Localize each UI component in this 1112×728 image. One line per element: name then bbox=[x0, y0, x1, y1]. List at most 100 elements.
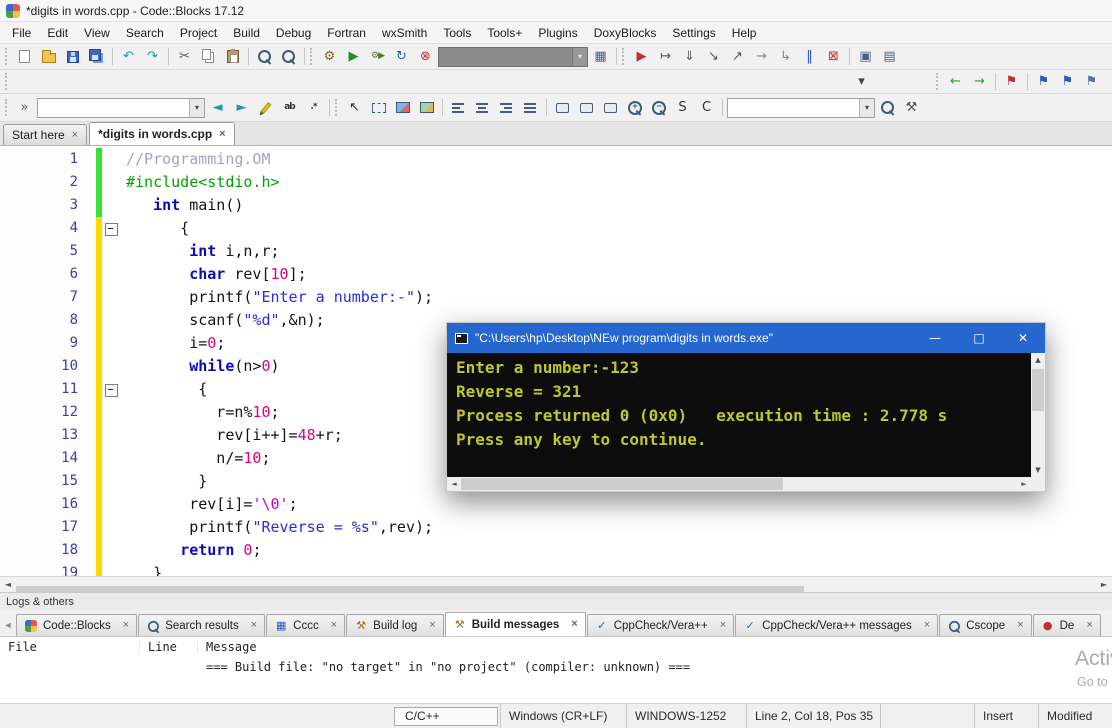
log-tab[interactable]: ⚒ Build messages bbox=[444, 612, 586, 636]
menu-item-doxyblocks[interactable]: DoxyBlocks bbox=[586, 24, 665, 42]
fold-toggle-icon[interactable] bbox=[102, 217, 120, 240]
log-tab[interactable]: Search results bbox=[138, 614, 266, 636]
menu-item-edit[interactable]: Edit bbox=[39, 24, 76, 42]
tab-close-icon[interactable] bbox=[1086, 620, 1092, 631]
symbol-search-combo[interactable] bbox=[727, 97, 875, 118]
align-left-button[interactable] bbox=[447, 97, 470, 119]
scroll-down-icon[interactable] bbox=[1031, 463, 1045, 477]
menu-item-settings[interactable]: Settings bbox=[664, 24, 723, 42]
browse-forward-button[interactable]: → bbox=[968, 71, 991, 93]
fold-toggle-icon[interactable] bbox=[102, 378, 120, 401]
editor-tab[interactable]: *digits in words.cpp bbox=[89, 122, 235, 145]
tab-close-icon[interactable] bbox=[924, 620, 930, 631]
new-file-button[interactable] bbox=[13, 46, 36, 68]
code-text[interactable]: return 0; bbox=[120, 539, 261, 562]
tab-close-icon[interactable] bbox=[251, 620, 257, 631]
next-line-button[interactable]: ⇓ bbox=[678, 46, 701, 68]
hscroll-thumb[interactable] bbox=[461, 478, 784, 490]
abort-build-button[interactable]: ⊗ bbox=[414, 46, 437, 68]
scroll-up-icon[interactable] bbox=[1031, 353, 1045, 367]
console-vscrollbar[interactable] bbox=[1031, 353, 1045, 477]
menu-item-help[interactable]: Help bbox=[724, 24, 765, 42]
code-text[interactable]: printf("Enter a number:-"); bbox=[120, 286, 433, 309]
bookmark-toggle-button[interactable]: ⚑ bbox=[1056, 71, 1079, 93]
code-text[interactable]: n/=10; bbox=[120, 447, 270, 470]
console-maximize-button[interactable]: □ bbox=[957, 323, 1001, 353]
replace-button[interactable] bbox=[277, 46, 300, 68]
browse-marks-clear-button[interactable]: ⚑ bbox=[1000, 71, 1023, 93]
log-tab[interactable]: Code::Blocks bbox=[16, 614, 138, 636]
log-tab[interactable]: ● De bbox=[1032, 614, 1101, 636]
symbol-search-combo-dropdown-icon[interactable] bbox=[859, 98, 874, 117]
tab-close-icon[interactable] bbox=[429, 620, 435, 631]
incremental-search-combo[interactable] bbox=[37, 97, 205, 118]
code-text[interactable]: rev[i]='\0'; bbox=[120, 493, 297, 516]
highlight-occurrences-button[interactable] bbox=[254, 97, 277, 119]
build-button[interactable]: ⚙ bbox=[318, 46, 341, 68]
menu-item-view[interactable]: View bbox=[76, 24, 118, 42]
code-text[interactable]: int i,n,r; bbox=[120, 240, 279, 263]
vscroll-thumb[interactable] bbox=[1032, 369, 1044, 411]
browse-back-button[interactable]: ← bbox=[944, 71, 967, 93]
log-tab[interactable]: Cscope bbox=[939, 614, 1032, 636]
copy-button[interactable] bbox=[197, 46, 220, 68]
log-tab[interactable]: ✓ CppCheck/Vera++ bbox=[586, 614, 735, 636]
code-text[interactable]: scanf("%d",&n); bbox=[120, 309, 324, 332]
break-debugger-button[interactable]: ‖ bbox=[798, 46, 821, 68]
build-options-button[interactable]: ▦ bbox=[589, 46, 612, 68]
selection-tool-button[interactable] bbox=[367, 97, 390, 119]
hscroll-track[interactable] bbox=[461, 477, 1017, 491]
menu-item-tools[interactable]: Tools bbox=[435, 24, 479, 42]
editor-tab[interactable]: Start here bbox=[3, 124, 88, 145]
open-tools-button[interactable]: ⚒ bbox=[900, 97, 923, 119]
panel-box-button[interactable] bbox=[599, 97, 622, 119]
tab-scroll-left-icon[interactable] bbox=[0, 614, 16, 636]
sizer-box-button[interactable] bbox=[575, 97, 598, 119]
menu-item-file[interactable]: File bbox=[4, 24, 39, 42]
log-tab[interactable]: ▦ Cccc bbox=[266, 614, 346, 636]
tab-close-icon[interactable] bbox=[571, 619, 577, 630]
code-text[interactable]: #include<stdio.h> bbox=[120, 171, 280, 194]
bookmark-next-button[interactable]: ⚑ bbox=[1080, 71, 1103, 93]
incsearch-menu-button[interactable]: » bbox=[13, 97, 36, 119]
editor-hscrollbar[interactable] bbox=[0, 576, 1112, 592]
cut-button[interactable]: ✂ bbox=[173, 46, 196, 68]
debugging-windows-button[interactable]: ▣ bbox=[854, 46, 877, 68]
insert-image-button[interactable] bbox=[391, 97, 414, 119]
use-regex-button[interactable]: .* bbox=[302, 97, 325, 119]
paste-button[interactable] bbox=[221, 46, 244, 68]
tab-close-icon[interactable] bbox=[123, 620, 129, 631]
code-text[interactable]: rev[i++]=48+r; bbox=[120, 424, 342, 447]
run-to-cursor-button[interactable]: ↦ bbox=[654, 46, 677, 68]
code-text[interactable]: i=0; bbox=[120, 332, 225, 355]
code-text[interactable]: while(n>0) bbox=[120, 355, 279, 378]
rebuild-button[interactable]: ↻ bbox=[390, 46, 413, 68]
menu-item-wxsmith[interactable]: wxSmith bbox=[374, 24, 435, 42]
tab-close-icon[interactable] bbox=[72, 130, 78, 141]
menu-item-fortran[interactable]: Fortran bbox=[319, 24, 374, 42]
tab-close-icon[interactable] bbox=[331, 620, 337, 631]
step-into-button[interactable]: ↘ bbox=[702, 46, 725, 68]
code-text[interactable]: { bbox=[120, 378, 207, 401]
debug-continue-button[interactable]: ▶ bbox=[630, 46, 653, 68]
undo-button[interactable]: ↶ bbox=[117, 46, 140, 68]
run-button[interactable]: ▶ bbox=[342, 46, 365, 68]
menu-item-project[interactable]: Project bbox=[172, 24, 225, 42]
menu-item-search[interactable]: Search bbox=[118, 24, 172, 42]
scroll-left-icon[interactable] bbox=[447, 477, 461, 491]
console-title-bar[interactable]: "C:\Users\hp\Desktop\NEw program\digits … bbox=[447, 323, 1045, 353]
next-instruction-button[interactable]: → bbox=[750, 46, 773, 68]
console-close-button[interactable]: ✕ bbox=[1001, 323, 1045, 353]
tab-close-icon[interactable] bbox=[219, 129, 225, 140]
scroll-right-icon[interactable] bbox=[1096, 577, 1112, 593]
pointer-tool-button[interactable]: ↖ bbox=[343, 97, 366, 119]
content-view-button[interactable]: C bbox=[695, 97, 718, 119]
search-prev-button[interactable]: ◄ bbox=[206, 97, 229, 119]
debugger-info-button[interactable]: ▤ bbox=[878, 46, 901, 68]
incremental-search-combo-dropdown-icon[interactable] bbox=[189, 98, 204, 117]
menu-item-build[interactable]: Build bbox=[225, 24, 268, 42]
build-and-run-button[interactable]: ⚙▶ bbox=[366, 46, 389, 68]
code-text[interactable]: char rev[10]; bbox=[120, 263, 306, 286]
build-target-combo-dropdown-icon[interactable] bbox=[572, 47, 587, 66]
build-target-combo[interactable] bbox=[438, 46, 588, 67]
